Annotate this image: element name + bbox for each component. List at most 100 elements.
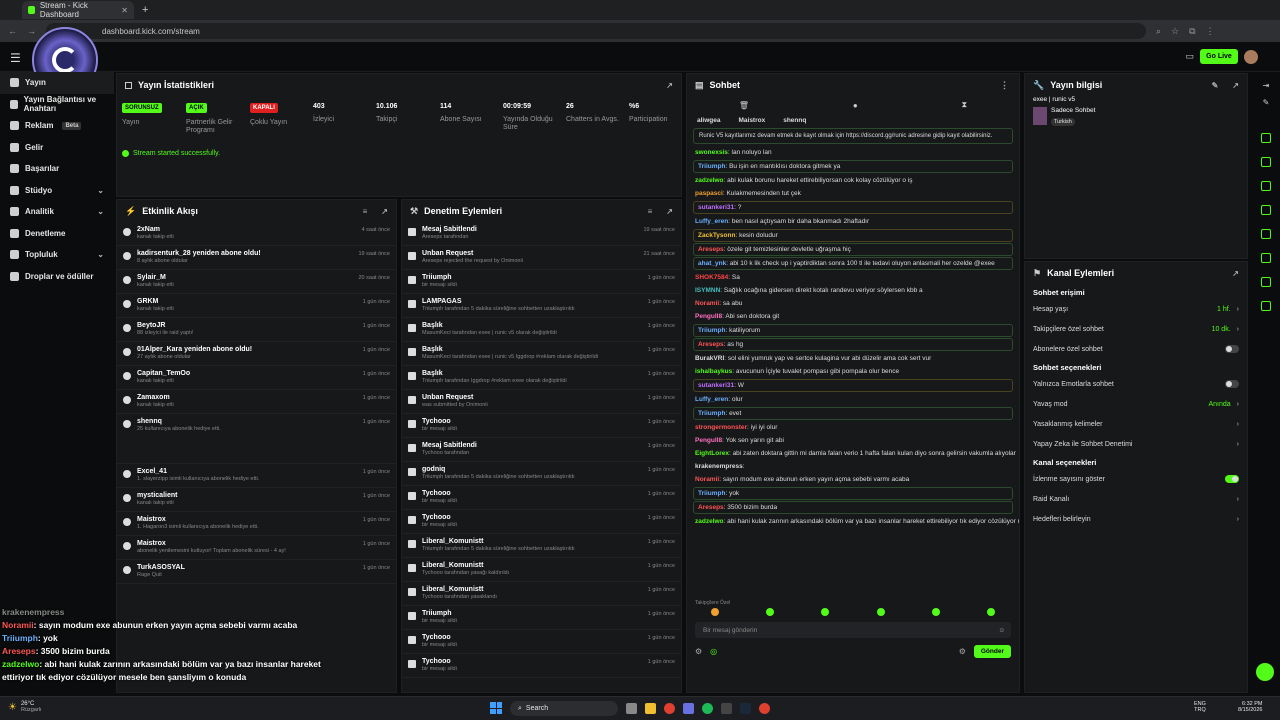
chat-username[interactable]: SHOK7584 (695, 274, 728, 281)
action-name[interactable]: Liberal_Komunistt (422, 538, 575, 545)
new-tab-icon[interactable]: + (142, 4, 148, 16)
clock-date[interactable]: 8/15/2026 (1238, 707, 1262, 713)
sidebar-item[interactable]: Gelir (0, 137, 114, 159)
event-name[interactable]: Maistrox (137, 540, 286, 547)
emote-icon[interactable] (931, 608, 940, 616)
action-name[interactable]: Tychooo (422, 634, 457, 641)
chat-message[interactable]: Triiumph: yok (693, 487, 1013, 500)
setting-row[interactable]: Yavaş mod Anında › (1025, 394, 1247, 414)
file-explorer-icon[interactable] (645, 703, 656, 714)
chat-username[interactable]: Triiumph (698, 327, 725, 334)
zoom-icon[interactable]: ⌕ (1156, 26, 1161, 37)
chat-username[interactable]: zadzelwo (695, 518, 724, 525)
sidebar-item[interactable]: Analitik ⌄ (0, 201, 114, 223)
chat-username[interactable]: sutankeri31 (698, 382, 734, 389)
chevron-down-icon[interactable]: ⌄ (97, 186, 104, 195)
task-view-icon[interactable] (626, 703, 637, 714)
chat-message[interactable]: swonexsis: lan noluyo lan (687, 146, 1019, 159)
event-name[interactable]: GRKM (137, 298, 174, 305)
chat-message[interactable]: Noramii: sayın modum exe abunun erken ya… (687, 473, 1019, 486)
discord-icon[interactable] (683, 703, 694, 714)
sidebar-item[interactable]: Stüdyo ⌄ (0, 180, 114, 202)
windows-start-icon[interactable] (490, 702, 502, 714)
timer-icon[interactable]: ⧗ (961, 100, 967, 110)
back-icon[interactable]: ← (8, 26, 17, 36)
send-button[interactable]: Gönder (973, 644, 1011, 658)
setting-row[interactable]: İzlenme sayısını göster (1025, 469, 1247, 489)
chat-username[interactable]: ishalbaykus (695, 368, 732, 375)
action-name[interactable]: Başlık (422, 322, 557, 329)
emoji-icon[interactable]: ☺ (998, 627, 1005, 634)
chat-username[interactable]: Triiumph (698, 490, 725, 497)
chat-message[interactable]: Luffy_eren: olur (687, 393, 1019, 406)
event-name[interactable]: Zamaxom (137, 394, 174, 401)
setting-row[interactable]: Raid Kanalı › (1025, 489, 1247, 509)
chat-input[interactable]: Bir mesaj gönderin ☺ (695, 622, 1011, 638)
rail-icon-4[interactable] (1252, 205, 1280, 215)
emote-icon[interactable] (987, 608, 996, 616)
bookmark-star-icon[interactable]: ☆ (1171, 26, 1179, 37)
hamburger-menu-icon[interactable]: ☰ (10, 51, 21, 65)
action-name[interactable]: Tychooo (422, 658, 457, 665)
chat-username[interactable]: Pengull8 (695, 437, 722, 444)
event-name[interactable]: Maistrox (137, 516, 259, 523)
sidebar-item[interactable]: Başarılar (0, 158, 114, 180)
setting-toggle[interactable] (1225, 345, 1239, 353)
action-name[interactable]: Liberal_Komunistt (422, 586, 497, 593)
action-name[interactable]: godniq (422, 466, 575, 473)
chat-username[interactable]: Luffy_eren (695, 396, 728, 403)
user-avatar[interactable] (1244, 50, 1258, 64)
chat-message[interactable]: sutankeri31: W (693, 379, 1013, 392)
action-name[interactable]: Unban Request (422, 250, 523, 257)
chat-username[interactable]: ISYMNN (695, 287, 720, 294)
top-chatter[interactable]: Maistrox (738, 117, 765, 124)
chat-message[interactable]: ZackTysonn: kesin doludur (693, 229, 1013, 242)
rail-icon-1[interactable] (1252, 133, 1280, 143)
chevron-down-icon[interactable]: ⌄ (97, 207, 104, 216)
chat-message[interactable]: Triiumph: Bu işin en mantıklısı doktora … (693, 160, 1013, 173)
setting-row[interactable]: Yalnızca Emotlarla sohbet (1025, 374, 1247, 394)
chat-message[interactable]: ISYMNN: Sağlık ocağına gidersen direkt k… (687, 284, 1019, 297)
terminal-icon[interactable] (721, 703, 732, 714)
chat-message[interactable]: strongermonster: iyi iyi olur (687, 421, 1019, 434)
action-name[interactable]: Triiumph (422, 274, 457, 281)
url-input[interactable]: dashboard.kick.com/stream (46, 23, 1146, 39)
sidebar-item[interactable]: Reklam Beta (0, 115, 114, 137)
chat-username[interactable]: ahat_ynk (698, 260, 726, 267)
rail-icon-3[interactable] (1252, 181, 1280, 191)
chat-username[interactable]: krakenempress (695, 463, 743, 470)
rail-icon-8[interactable] (1252, 301, 1280, 311)
help-fab-icon[interactable] (1256, 663, 1274, 681)
event-name[interactable]: Excel_41 (137, 468, 259, 475)
expand-icon[interactable]: ⇥ (1252, 81, 1280, 90)
action-name[interactable]: Başlık (422, 346, 598, 353)
chat-message[interactable]: BurakVRI: sol elini yumruk yap ve sertce… (687, 352, 1019, 365)
event-name[interactable]: 2xNam (137, 226, 174, 233)
chat-message[interactable]: Luffy_eren: ben nasıl açtıysam bir daha … (687, 215, 1019, 228)
chat-username[interactable]: BurakVRI (695, 355, 724, 362)
chat-message[interactable]: SHOK7584: Sa (687, 271, 1019, 284)
action-name[interactable]: Mesaj Sabitlendi (422, 226, 477, 233)
setting-row[interactable]: Takipçilere özel sohbet 10 dk. › (1025, 319, 1247, 339)
chat-message[interactable]: Pengull8: Abi sen doktora git (687, 310, 1019, 323)
chevron-down-icon[interactable]: ⌄ (97, 250, 104, 259)
rail-icon-2[interactable] (1252, 157, 1280, 167)
setting-toggle[interactable] (1225, 380, 1239, 388)
chat-message[interactable]: Areseps: özele git temizlesinler devletl… (693, 243, 1013, 256)
forward-icon[interactable]: → (27, 26, 36, 36)
setting-row[interactable]: Hedefleri belirleyin › (1025, 509, 1247, 529)
chat-message[interactable]: Triiumph: evet (693, 407, 1013, 420)
rail-icon-6[interactable] (1252, 253, 1280, 263)
chat-message[interactable]: EightLorex: abi zaten doktara gittin mi … (687, 447, 1019, 460)
chat-menu-icon[interactable]: ⋮ (1000, 80, 1009, 91)
mod-tools-icon[interactable]: ⚙ (695, 647, 702, 656)
chat-message[interactable]: zadzelwo: abi kulak borunu hareket ettir… (687, 174, 1019, 187)
menu-dots-icon[interactable]: ⋮ (1206, 26, 1215, 37)
setting-row[interactable]: Abonelere özel sohbet (1025, 339, 1247, 359)
chrome-icon[interactable] (664, 703, 675, 714)
chat-settings-icon[interactable]: ⚙ (959, 647, 966, 656)
event-name[interactable]: Sylair_M (137, 274, 174, 281)
chat-message[interactable]: Noramii: sa abu (687, 297, 1019, 310)
action-name[interactable]: Unban Request (422, 394, 488, 401)
event-name[interactable]: Capitan_TemOo (137, 370, 190, 377)
